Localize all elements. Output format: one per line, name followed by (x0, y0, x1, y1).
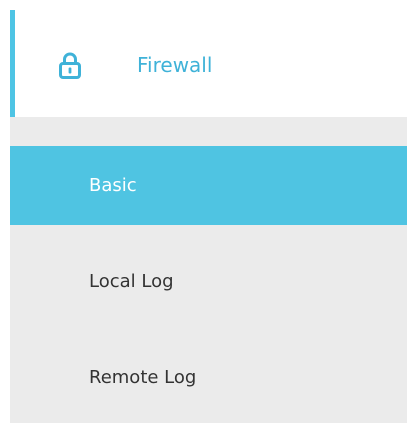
sidebar-section-firewall[interactable]: Firewall (10, 10, 407, 117)
sidebar-item-local-log[interactable]: Local Log (10, 242, 407, 321)
active-section-indicator (10, 10, 15, 117)
sidebar-section-title: Firewall (137, 53, 213, 77)
sidebar-nav: Firewall Basic Local Log Remote Log (10, 10, 407, 423)
sidebar-item-label: Remote Log (89, 367, 197, 388)
sidebar-item-basic[interactable]: Basic (10, 146, 407, 225)
lock-icon (59, 51, 81, 79)
sidebar-item-remote-log[interactable]: Remote Log (10, 338, 407, 417)
sidebar-item-label: Local Log (89, 271, 174, 292)
sidebar-item-label: Basic (89, 175, 137, 196)
